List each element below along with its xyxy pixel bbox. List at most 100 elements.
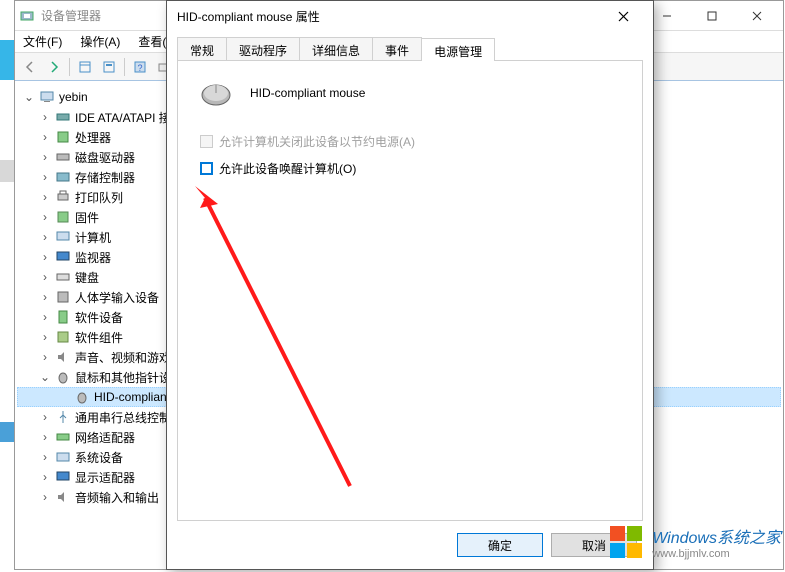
tree-node-label: HID-complian: [94, 390, 167, 404]
props-title: HID-compliant mouse 属性: [177, 8, 603, 25]
checkbox-icon[interactable]: [200, 162, 213, 175]
toolbar-forward-icon[interactable]: [43, 56, 65, 78]
audio-io-icon: [55, 489, 71, 505]
disk-icon: [55, 149, 71, 165]
monitor-icon: [55, 249, 71, 265]
storage-controller-icon: [55, 169, 71, 185]
tree-node-label: 网络适配器: [75, 429, 135, 446]
chevron-right-icon[interactable]: ›: [39, 451, 51, 463]
tree-node-label: 通用串行总线控制: [75, 409, 171, 426]
chevron-right-icon[interactable]: ›: [39, 131, 51, 143]
toolbar-showhide-icon[interactable]: [74, 56, 96, 78]
tree-node-label: 处理器: [75, 129, 111, 146]
tree-node-label: 音频输入和输出: [75, 489, 159, 506]
chevron-right-icon[interactable]: ›: [39, 171, 51, 183]
toolbar-properties-icon[interactable]: [98, 56, 120, 78]
watermark: Windows系统之家 www.bjjmlv.com: [606, 522, 781, 562]
device-header: HID-compliant mouse: [198, 79, 622, 107]
chevron-right-icon[interactable]: ›: [39, 191, 51, 203]
tab-events[interactable]: 事件: [372, 37, 422, 60]
checkbox-allow-shutdown: 允许计算机关闭此设备以节约电源(A): [200, 133, 622, 150]
checkbox-label: 允许此设备唤醒计算机(O): [219, 160, 356, 177]
tree-node-label: 鼠标和其他指针设: [75, 369, 171, 386]
close-button[interactable]: [603, 2, 643, 30]
ok-button[interactable]: 确定: [457, 533, 543, 557]
printer-icon: [55, 189, 71, 205]
keyboard-icon: [55, 269, 71, 285]
tab-general[interactable]: 常规: [177, 37, 227, 60]
mouse-icon: [55, 369, 71, 385]
mouse-large-icon: [198, 79, 234, 107]
windows-logo-icon: [606, 522, 646, 562]
toolbar-help-icon[interactable]: ?: [129, 56, 151, 78]
checkbox-label: 允许计算机关闭此设备以节约电源(A): [219, 133, 415, 150]
mouse-icon: [74, 389, 90, 405]
firmware-icon: [55, 209, 71, 225]
chevron-right-icon[interactable]: ›: [39, 351, 51, 363]
chevron-right-icon[interactable]: ›: [39, 331, 51, 343]
checkbox-icon: [200, 135, 213, 148]
software-device-icon: [55, 309, 71, 325]
tree-node-label: 存储控制器: [75, 169, 135, 186]
tree-node-label: 打印队列: [75, 189, 123, 206]
tabstrip: 常规 驱动程序 详细信息 事件 电源管理: [177, 37, 643, 61]
svg-text:?: ?: [137, 63, 142, 73]
display-adapter-icon: [55, 469, 71, 485]
chevron-right-icon[interactable]: ›: [39, 271, 51, 283]
tree-node-label: 声音、视频和游戏: [75, 349, 171, 366]
computer-icon: [39, 89, 55, 105]
chevron-right-icon[interactable]: ›: [39, 431, 51, 443]
watermark-url: www.bjjmlv.com: [652, 548, 781, 560]
close-button[interactable]: [734, 2, 779, 30]
properties-dialog: HID-compliant mouse 属性 常规 驱动程序 详细信息 事件 电…: [166, 0, 654, 570]
ide-icon: [55, 109, 71, 125]
devmgr-app-icon: [19, 8, 35, 24]
chevron-right-icon[interactable]: ›: [39, 471, 51, 483]
system-device-icon: [55, 449, 71, 465]
chevron-right-icon[interactable]: ›: [39, 211, 51, 223]
chevron-right-icon[interactable]: ›: [39, 231, 51, 243]
chevron-right-icon[interactable]: ›: [39, 311, 51, 323]
props-titlebar: HID-compliant mouse 属性: [167, 1, 653, 31]
network-icon: [55, 429, 71, 445]
toolbar-back-icon[interactable]: [19, 56, 41, 78]
watermark-title: Windows系统之家: [652, 524, 781, 548]
cpu-icon: [55, 129, 71, 145]
checkbox-allow-wake[interactable]: 允许此设备唤醒计算机(O): [200, 160, 622, 177]
tree-node-label: 键盘: [75, 269, 99, 286]
tab-driver[interactable]: 驱动程序: [226, 37, 300, 60]
tab-details[interactable]: 详细信息: [299, 37, 373, 60]
toolbar-separator: [124, 58, 125, 76]
chevron-right-icon[interactable]: ›: [39, 491, 51, 503]
window-controls: [644, 2, 779, 30]
hid-icon: [55, 289, 71, 305]
device-name-label: HID-compliant mouse: [250, 86, 365, 100]
chevron-down-icon[interactable]: ⌄: [23, 91, 35, 103]
menu-file[interactable]: 文件(F): [19, 31, 66, 52]
tree-node-label: IDE ATA/ATAPI 接: [75, 109, 171, 126]
tree-node-label: 固件: [75, 209, 99, 226]
chevron-right-icon[interactable]: ›: [39, 411, 51, 423]
maximize-button[interactable]: [689, 2, 734, 30]
computer-node-icon: [55, 229, 71, 245]
chevron-down-icon[interactable]: ⌄: [39, 371, 51, 383]
tree-node-label: 软件组件: [75, 329, 123, 346]
chevron-right-icon[interactable]: ›: [39, 291, 51, 303]
tree-node-label: 人体学输入设备: [75, 289, 159, 306]
software-component-icon: [55, 329, 71, 345]
tree-node-label: 计算机: [75, 229, 111, 246]
dialog-buttons: 确定 取消: [177, 521, 643, 569]
tree-node-label: 监视器: [75, 249, 111, 266]
tab-power-management[interactable]: 电源管理: [421, 38, 495, 62]
toolbar-separator: [69, 58, 70, 76]
menu-action[interactable]: 操作(A): [76, 31, 124, 52]
chevron-right-icon[interactable]: ›: [39, 251, 51, 263]
tree-node-label: 系统设备: [75, 449, 123, 466]
sound-icon: [55, 349, 71, 365]
props-body: 常规 驱动程序 详细信息 事件 电源管理 HID-compliant mouse: [167, 31, 653, 569]
chevron-right-icon[interactable]: ›: [39, 111, 51, 123]
left-edge-strip: [0, 0, 14, 570]
tab-page-power: HID-compliant mouse 允许计算机关闭此设备以节约电源(A) 允…: [177, 61, 643, 521]
chevron-right-icon[interactable]: ›: [39, 151, 51, 163]
tree-root-label: yebin: [59, 90, 88, 104]
